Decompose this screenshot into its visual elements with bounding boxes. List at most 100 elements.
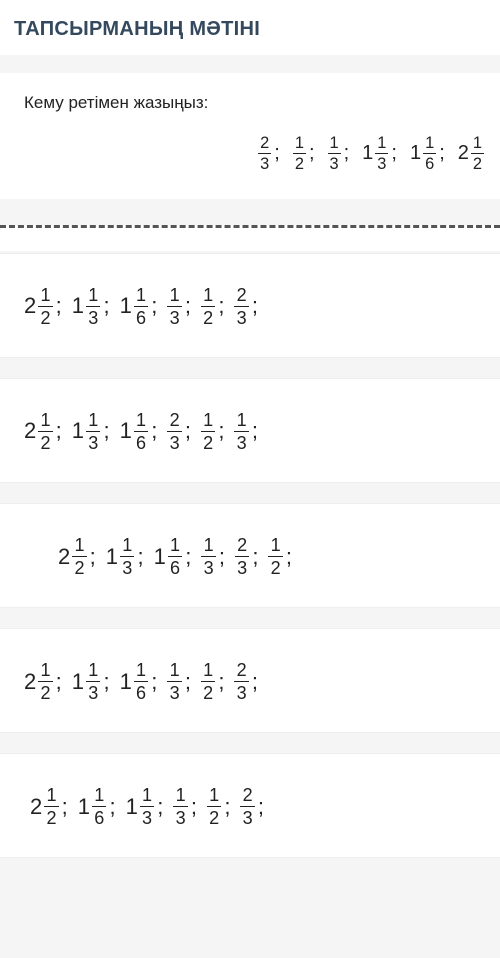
fraction-stack: 16 (134, 411, 148, 452)
denominator: 3 (120, 556, 134, 577)
whole-part: 1 (120, 669, 134, 695)
separator: ; (188, 794, 199, 820)
numerator: 1 (176, 786, 186, 806)
denominator: 3 (86, 431, 100, 452)
numerator: 1 (473, 135, 482, 153)
denominator: 3 (234, 431, 248, 452)
separator: ; (388, 142, 399, 165)
numerator: 1 (40, 286, 50, 306)
separator: ; (100, 293, 111, 319)
fraction-stack: 13 (167, 286, 181, 327)
mixed-number: 116; (120, 286, 160, 327)
fraction-stack: 16 (92, 786, 106, 827)
options-list: 212;113;116;13;12;23;212;113;116;23;12;1… (0, 253, 500, 858)
whole-part: 1 (362, 142, 375, 165)
separator: ; (215, 669, 226, 695)
fraction-stack: 16 (168, 536, 182, 577)
numerator: 1 (94, 786, 104, 806)
denominator: 2 (268, 556, 282, 577)
numerator: 2 (237, 286, 247, 306)
denominator: 3 (173, 806, 187, 827)
mixed-number: 212 (458, 135, 484, 173)
fraction-stack: 12 (471, 135, 484, 173)
separator: ; (249, 293, 260, 319)
option-fractions-row: 212;116;113;13;12;23; (18, 786, 482, 827)
mixed-number: 116; (154, 536, 194, 577)
denominator: 2 (72, 556, 86, 577)
denominator: 2 (293, 153, 306, 172)
denominator: 2 (38, 681, 52, 702)
fraction: 13; (167, 661, 193, 702)
fraction-stack: 13 (375, 135, 388, 173)
answer-option[interactable]: 212;113;116;23;12;13; (0, 378, 500, 483)
whole-part: 1 (410, 142, 423, 165)
separator: ; (306, 142, 317, 165)
denominator: 6 (134, 681, 148, 702)
denominator: 2 (207, 806, 221, 827)
mixed-number: 116; (120, 411, 160, 452)
denominator: 3 (375, 153, 388, 172)
option-fractions-row: 212;113;116;13;12;23; (18, 661, 482, 702)
whole-part: 1 (72, 293, 86, 319)
whole-part: 2 (58, 544, 72, 570)
mixed-number: 212; (24, 411, 64, 452)
separator: ; (249, 544, 260, 570)
denominator: 3 (234, 681, 248, 702)
fraction: 23; (234, 661, 260, 702)
mixed-number: 113; (72, 661, 112, 702)
dashed-separator (0, 225, 500, 251)
option-fractions-row: 212;113;116;13;12;23; (18, 286, 482, 327)
separator: ; (53, 669, 64, 695)
fraction-stack: 23 (240, 786, 254, 827)
whole-part: 2 (24, 418, 38, 444)
answer-option[interactable]: 212;113;116;13;23;12; (0, 503, 500, 608)
fraction: 23; (235, 536, 261, 577)
mixed-number: 113; (72, 411, 112, 452)
fraction-stack: 13 (86, 411, 100, 452)
separator: ; (271, 142, 282, 165)
denominator: 3 (86, 681, 100, 702)
whole-part: 1 (154, 544, 168, 570)
separator: ; (283, 544, 294, 570)
denominator: 3 (235, 556, 249, 577)
fraction-stack: 16 (134, 661, 148, 702)
fraction-stack: 12 (207, 786, 221, 827)
denominator: 2 (201, 431, 215, 452)
separator: ; (255, 794, 266, 820)
fraction-stack: 13 (167, 661, 181, 702)
fraction: 13; (173, 786, 199, 827)
whole-part: 1 (72, 669, 86, 695)
denominator: 3 (167, 431, 181, 452)
separator: ; (59, 794, 70, 820)
fraction: 12; (201, 411, 227, 452)
fraction-stack: 12 (201, 661, 215, 702)
numerator: 2 (243, 786, 253, 806)
numerator: 2 (260, 135, 269, 153)
denominator: 3 (258, 153, 271, 172)
numerator: 1 (203, 411, 213, 431)
mixed-number: 212; (24, 661, 64, 702)
numerator: 1 (88, 286, 98, 306)
whole-part: 1 (120, 293, 134, 319)
fraction: 23; (167, 411, 193, 452)
denominator: 2 (44, 806, 58, 827)
answer-option[interactable]: 212;116;113;13;12;23; (0, 753, 500, 858)
separator: ; (215, 418, 226, 444)
whole-part: 1 (78, 794, 92, 820)
fraction-stack: 13 (120, 536, 134, 577)
answer-option[interactable]: 212;113;116;13;12;23; (0, 628, 500, 733)
numerator: 1 (88, 661, 98, 681)
separator: ; (182, 669, 193, 695)
denominator: 3 (201, 556, 215, 577)
answer-option[interactable]: 212;113;116;13;12;23; (0, 253, 500, 358)
denominator: 2 (38, 306, 52, 327)
numerator: 1 (122, 536, 132, 556)
separator: ; (100, 669, 111, 695)
numerator: 1 (74, 536, 84, 556)
numerator: 2 (170, 411, 180, 431)
separator: ; (221, 794, 232, 820)
fraction-stack: 12 (38, 411, 52, 452)
mixed-number: 212; (30, 786, 70, 827)
fraction: 23; (258, 135, 282, 173)
mixed-number: 113; (362, 135, 399, 173)
